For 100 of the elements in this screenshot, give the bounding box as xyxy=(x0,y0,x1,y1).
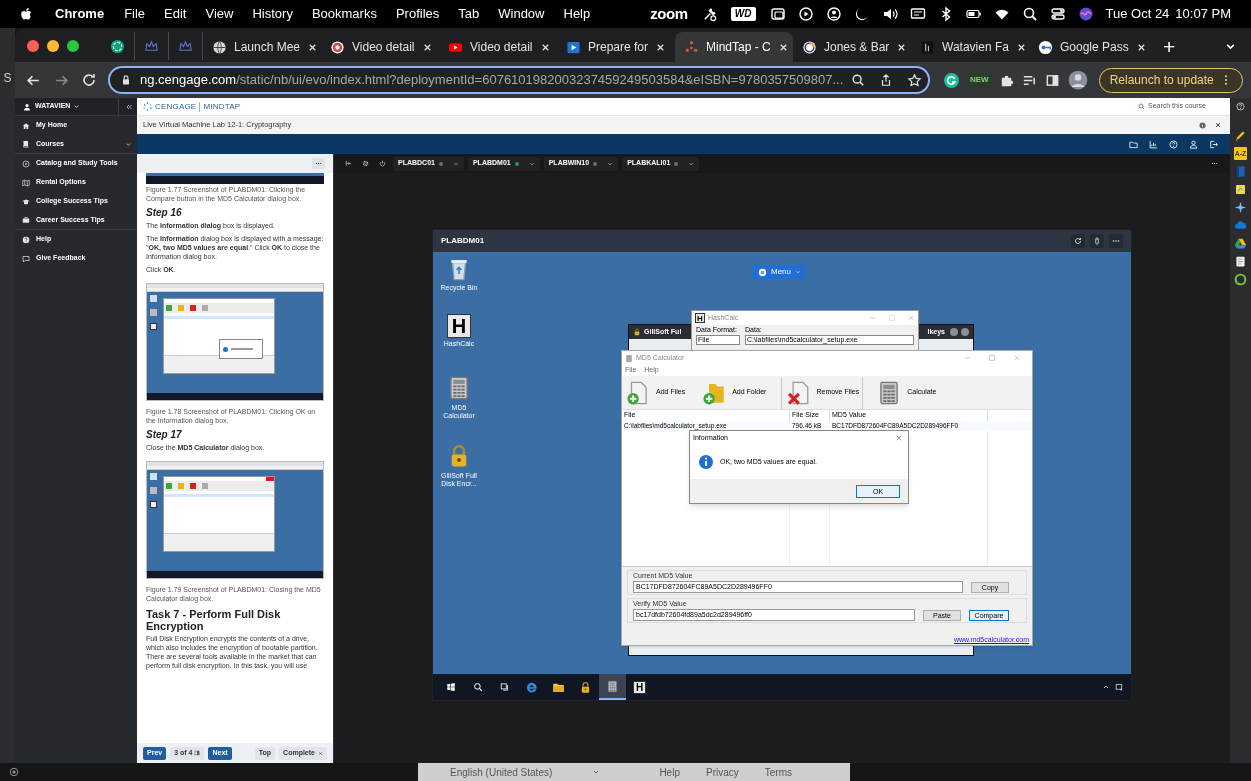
profile-avatar-icon[interactable] xyxy=(1067,70,1088,90)
browser-tab[interactable]: Watavien Fa xyxy=(911,32,1029,62)
play-icon xyxy=(566,39,581,55)
desktop-menu-button[interactable]: Menu xyxy=(753,265,806,279)
menu-item[interactable]: Edit xyxy=(164,4,187,24)
language-selector[interactable]: English (United States) xyxy=(450,764,553,780)
footer-link[interactable]: Privacy xyxy=(705,764,739,780)
close-icon[interactable] xyxy=(1214,121,1222,129)
new-extension-button[interactable]: NEW xyxy=(968,72,991,88)
close-window-button[interactable] xyxy=(27,40,39,52)
logout-icon[interactable] xyxy=(1209,139,1218,149)
folder-icon[interactable] xyxy=(1129,139,1138,149)
screen-icon[interactable] xyxy=(909,6,926,22)
more-button[interactable] xyxy=(1109,234,1123,248)
triangle-icon[interactable] xyxy=(1234,237,1247,250)
chevron-down-icon[interactable] xyxy=(73,103,81,110)
background-window-text: S xyxy=(3,72,12,84)
browser-tab[interactable]: Prepare for xyxy=(557,32,675,62)
sparkle-icon[interactable] xyxy=(1234,201,1247,214)
user-icon[interactable] xyxy=(1189,139,1198,149)
cloud-icon[interactable] xyxy=(1234,219,1247,232)
caret-icon xyxy=(795,269,801,275)
collapse-sidebar-icon[interactable] xyxy=(125,102,133,111)
settings-icon[interactable] xyxy=(362,160,369,167)
crown-icon xyxy=(178,38,193,54)
control-center-icon[interactable] xyxy=(1049,6,1066,22)
tools-icon[interactable] xyxy=(701,6,717,22)
crown-icon xyxy=(144,38,159,54)
menu-item[interactable]: Window xyxy=(498,4,545,24)
menu-item[interactable]: History xyxy=(252,4,293,24)
bookmark-star-icon[interactable] xyxy=(907,72,923,88)
menu-item[interactable]: Help xyxy=(563,4,591,24)
caret-icon xyxy=(528,160,535,167)
ring-icon[interactable] xyxy=(1234,273,1247,286)
circle-logo-icon xyxy=(9,767,19,777)
browser-tab[interactable]: Launch Mee xyxy=(203,32,321,62)
padlock-icon xyxy=(633,328,641,336)
vm-title: PLABDM01 xyxy=(441,235,485,247)
browser-tab[interactable]: MindTap - C xyxy=(675,32,793,62)
window-icon[interactable] xyxy=(769,6,786,22)
caret-icon xyxy=(688,160,695,167)
menu-item[interactable]: File xyxy=(124,4,146,24)
book-icon xyxy=(22,140,30,148)
brand-name: CENGAGE xyxy=(155,100,197,113)
menu-item[interactable]: Profiles xyxy=(395,4,440,24)
minimize-button[interactable] xyxy=(950,328,958,336)
close-button[interactable] xyxy=(961,328,969,336)
browser-tab[interactable]: Video detail xyxy=(321,32,439,62)
relaunch-button[interactable]: Relaunch to update xyxy=(1098,67,1243,93)
usb-icon xyxy=(1093,237,1101,245)
zoom-window-button[interactable] xyxy=(67,40,79,52)
app-menu[interactable]: Chrome xyxy=(55,4,105,24)
zoom-status-item[interactable]: zoom xyxy=(650,2,688,26)
usb-button[interactable] xyxy=(1090,234,1104,248)
chart-icon[interactable] xyxy=(1149,139,1158,149)
grammarly-icon[interactable] xyxy=(943,71,960,89)
highlighter-icon[interactable] xyxy=(1234,129,1247,142)
siri-icon[interactable] xyxy=(1077,6,1094,22)
chevron-down-icon[interactable] xyxy=(125,140,132,148)
reload-icon[interactable] xyxy=(81,72,97,88)
address-bar[interactable]: ng.cengage.com/static/nb/ui/evo/index.html?deploymentId=6076101982003237459249503584&eISBN=9780357509807... xyxy=(108,66,930,94)
tab-title: Jones & Bar xyxy=(824,39,890,56)
note-icon[interactable] xyxy=(1234,183,1247,196)
person-circle-icon[interactable] xyxy=(825,6,842,22)
notification-icon[interactable] xyxy=(1115,682,1124,692)
menu-bar-time[interactable]: 10:07 PM xyxy=(1175,4,1231,24)
tab-title: Watavien Fa xyxy=(942,39,1009,56)
drive-status-item[interactable]: WD xyxy=(730,7,756,21)
document-icon[interactable] xyxy=(1234,255,1247,268)
play-circle-icon[interactable] xyxy=(797,6,814,22)
menu-item[interactable]: Tab xyxy=(458,4,480,24)
browser-icon xyxy=(525,680,538,694)
task-heading: Task 7 - Perform Full Disk Encryption xyxy=(146,608,282,632)
taskbar-button[interactable]: H xyxy=(626,674,653,700)
info-icon[interactable] xyxy=(1199,121,1206,129)
browser-tab[interactable]: Jones & Bar xyxy=(793,32,911,62)
help-icon[interactable] xyxy=(1236,102,1245,111)
volume-icon[interactable] xyxy=(881,6,898,22)
url-text: ng.cengage.com/static/nb/ui/evo/index.html?deploymentId=6076101982003237459249503584&eISBN=9780357509807... xyxy=(140,71,844,90)
footer-link[interactable]: Help xyxy=(659,764,680,780)
menu-item[interactable]: Bookmarks xyxy=(311,4,377,24)
record-icon xyxy=(330,39,345,55)
footer-link[interactable]: Terms xyxy=(764,764,792,780)
search-icon[interactable] xyxy=(1021,6,1038,22)
tab-title: Prepare for xyxy=(588,39,649,56)
browser-tab[interactable]: Google Pass xyxy=(1029,32,1147,62)
browser-tab[interactable]: Video detail xyxy=(439,32,557,62)
padlock-icon xyxy=(579,680,592,694)
side-panel-icon[interactable] xyxy=(1044,72,1060,88)
reload-vm-button[interactable] xyxy=(1071,234,1085,248)
collapse-panel-icon[interactable] xyxy=(345,160,352,167)
more-icon[interactable] xyxy=(1211,160,1218,167)
tab-title: Video detail xyxy=(352,39,415,56)
zoom-icon[interactable] xyxy=(851,73,866,87)
power-icon[interactable] xyxy=(379,160,386,167)
minimize-window-button[interactable] xyxy=(47,40,59,52)
new-tab-button[interactable]: + xyxy=(1163,35,1176,57)
menu-item[interactable]: View xyxy=(205,4,234,24)
menu-bar-date[interactable]: Tue Oct 24 xyxy=(1105,4,1170,24)
caret-up-icon[interactable] xyxy=(1102,683,1110,691)
